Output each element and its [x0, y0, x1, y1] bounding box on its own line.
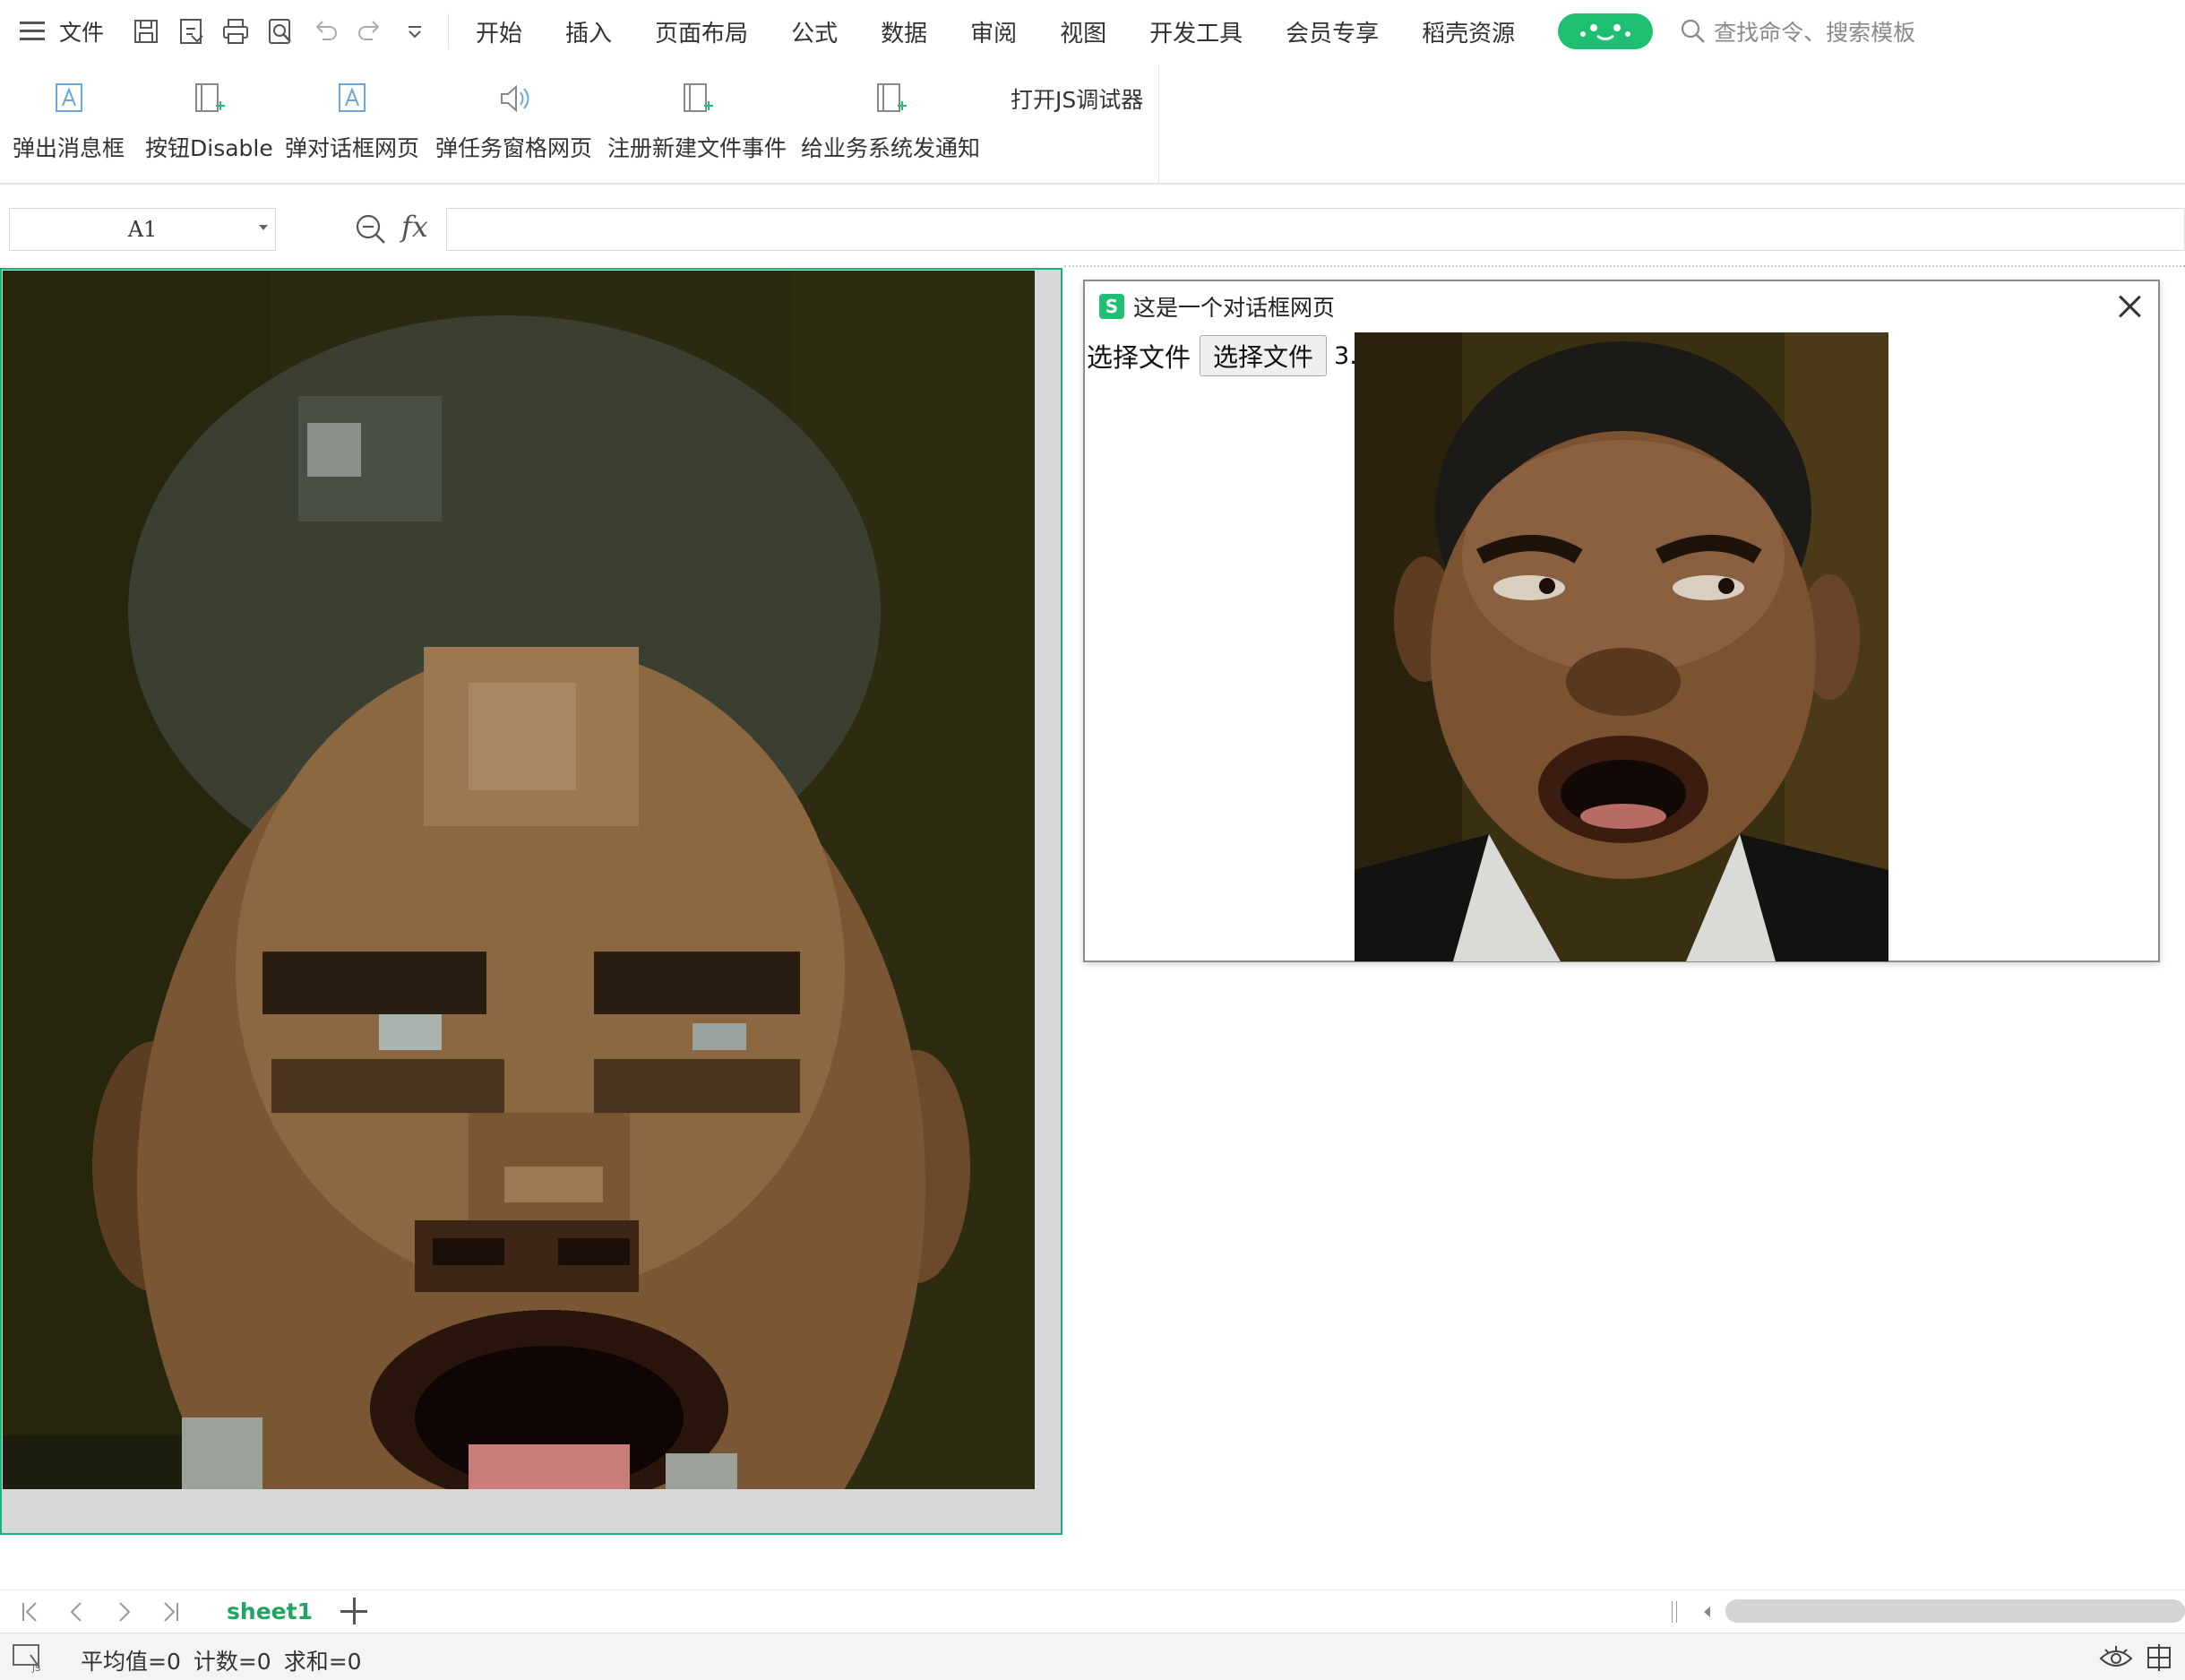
popup-message-box-label: 弹出消息框 [13, 135, 125, 161]
register-new-file-event-label: 注册新建文件事件 [607, 135, 787, 161]
chevron-down-icon[interactable] [259, 225, 268, 230]
pixelated-portrait-image[interactable] [3, 271, 1035, 1489]
close-icon[interactable] [2117, 294, 2142, 319]
preview-image [1355, 332, 1888, 961]
scroll-left-icon[interactable] [1699, 1599, 1720, 1624]
formula-input[interactable] [446, 208, 2185, 251]
ribbon-group-custom: 弹出消息框 按钮Disable 弹对话框网页 弹任务窗格网页 注册新建文件事件 … [0, 65, 1159, 183]
print-icon[interactable] [213, 9, 258, 54]
smiley-face-icon [1580, 24, 1631, 40]
eye-protection-icon[interactable] [2098, 1642, 2134, 1673]
quick-access-toolbar [124, 13, 450, 49]
command-search[interactable]: 查找命令、搜索模板 [1671, 15, 1915, 47]
tab-developer[interactable]: 开发工具 [1128, 9, 1264, 54]
hamburger-icon [20, 22, 47, 41]
name-box[interactable]: A1 [9, 208, 276, 251]
file-menu-label: 文件 [59, 20, 105, 46]
dialog-titlebar[interactable]: S 这是一个对话框网页 [1085, 281, 2158, 332]
zoom-magnifier-icon[interactable] [353, 211, 389, 247]
page-break-line [1064, 265, 2185, 267]
new-document-icon [195, 83, 226, 112]
search-placeholder: 查找命令、搜索模板 [1714, 20, 1916, 46]
new-document-icon [684, 83, 713, 112]
svg-text:JS: JS [31, 1664, 40, 1673]
tab-review[interactable]: 审阅 [949, 9, 1038, 54]
button-disable-label: 按钮Disable [145, 135, 273, 161]
status-average: 平均值=0 [81, 1649, 181, 1675]
spreadsheet-grid[interactable]: S 这是一个对话框网页 选择文件 选择文件 3.png [0, 265, 2185, 1590]
dialog-title: 这是一个对话框网页 [1133, 295, 1336, 321]
notify-business-system-button[interactable]: 给业务系统发通知 [801, 73, 980, 172]
file-menu-button[interactable]: 文件 [9, 9, 115, 54]
horizontal-scrollbar[interactable] [1725, 1599, 2185, 1623]
first-sheet-icon[interactable] [14, 1598, 47, 1626]
status-summary: 平均值=0 计数=0 求和=0 [81, 1644, 374, 1676]
tab-home[interactable]: 开始 [454, 9, 544, 54]
file-select-label: 选择文件 [1087, 342, 1191, 373]
popup-taskpane-webpage-button[interactable]: 弹任务窗格网页 [435, 73, 592, 172]
last-sheet-icon[interactable] [154, 1598, 186, 1626]
wps-logo-icon: S [1099, 294, 1124, 319]
textbox-icon [339, 83, 366, 112]
search-icon [1682, 19, 1706, 43]
formula-bar: A1 fx [0, 204, 2185, 254]
normal-view-icon[interactable] [2143, 1642, 2179, 1673]
textbox-icon [55, 83, 82, 112]
tab-insert[interactable]: 插入 [544, 9, 633, 54]
add-sheet-icon[interactable] [339, 1596, 371, 1628]
redo-icon[interactable] [348, 9, 392, 54]
status-count: 计数=0 [193, 1649, 271, 1675]
scroll-splitter-handle[interactable] [1672, 1601, 1677, 1623]
popup-taskpane-webpage-label: 弹任务窗格网页 [435, 135, 593, 161]
assistant-face-button[interactable] [1558, 13, 1654, 49]
dialog-window: S 这是一个对话框网页 选择文件 选择文件 3.png [1083, 280, 2160, 962]
sheet-tab-sheet1[interactable]: sheet1 [211, 1590, 328, 1632]
next-sheet-icon[interactable] [108, 1598, 140, 1626]
popup-dialog-webpage-button[interactable]: 弹对话框网页 [285, 73, 419, 172]
tab-docer-resources[interactable]: 稻壳资源 [1400, 9, 1536, 54]
export-pdf-icon[interactable] [168, 9, 213, 54]
undo-icon[interactable] [303, 9, 348, 54]
customize-toolbar-chevron-icon[interactable] [392, 9, 437, 54]
tab-member[interactable]: 会员专享 [1264, 9, 1400, 54]
ribbon: 弹出消息框 按钮Disable 弹对话框网页 弹任务窗格网页 注册新建文件事件 … [0, 65, 2185, 185]
choose-file-button[interactable]: 选择文件 [1200, 335, 1328, 376]
status-bar: JS 平均值=0 计数=0 求和=0 [0, 1633, 2185, 1680]
function-fx-icon[interactable]: fx [401, 210, 428, 244]
sheet-tabs-bar: sheet1 [0, 1590, 2185, 1633]
speaker-icon [500, 84, 529, 113]
selected-picture[interactable] [0, 268, 1062, 1535]
cell-reference: A1 [127, 217, 158, 242]
tab-view[interactable]: 视图 [1038, 9, 1128, 54]
popup-dialog-webpage-label: 弹对话框网页 [285, 135, 420, 161]
save-icon[interactable] [124, 9, 168, 54]
menu-bar: 文件 开始 插入 页面布局 公式 数据 审阅 视图 开发工具 会员专享 稻壳资源 [0, 0, 2185, 63]
previous-sheet-icon[interactable] [61, 1598, 93, 1626]
tab-formulas[interactable]: 公式 [770, 9, 859, 54]
open-js-debugger-button[interactable]: 打开JS调试器 [1011, 82, 1143, 115]
register-new-file-event-button[interactable]: 注册新建文件事件 [607, 73, 787, 172]
tab-page-layout[interactable]: 页面布局 [633, 9, 770, 54]
status-sum: 求和=0 [283, 1649, 362, 1675]
notify-business-system-label: 给业务系统发通知 [801, 135, 981, 161]
print-preview-icon[interactable] [258, 9, 303, 54]
new-document-icon [877, 83, 907, 112]
button-disable-button[interactable]: 按钮Disable [145, 73, 273, 172]
tab-data[interactable]: 数据 [859, 9, 949, 54]
macro-js-icon[interactable]: JS [11, 1642, 47, 1673]
popup-message-box-button[interactable]: 弹出消息框 [13, 73, 125, 172]
